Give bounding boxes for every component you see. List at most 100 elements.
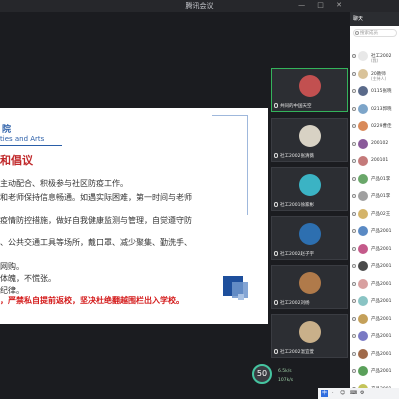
member-row[interactable]: 0115张晓 (352, 85, 399, 99)
member-name: 0213郭晓 (371, 106, 392, 112)
member-name: 0229曹佳 (371, 124, 392, 129)
member-status-icon (352, 211, 356, 216)
member-avatar (358, 243, 368, 254)
chat-title: 聊天 (353, 16, 364, 22)
member-row[interactable]: 产品2001 (352, 348, 399, 362)
network-quality-indicator[interactable]: 50 (252, 364, 272, 384)
member-status-icon (352, 159, 356, 163)
member-name: 产品2001 (371, 369, 392, 374)
member-row[interactable]: 社工2002 (我) (352, 50, 399, 64)
member-avatar (358, 278, 368, 289)
member-avatar (358, 121, 368, 131)
member-avatar (358, 68, 368, 79)
member-name: 产品2001 (371, 264, 392, 269)
title-bar: 腾讯会议 — □ ✕ (0, 0, 399, 12)
upload-speed: 6.5k/s (278, 369, 292, 374)
mic-icon (274, 300, 278, 305)
video-tile[interactable]: 社工2002温宜萱 (271, 314, 348, 358)
member-row[interactable]: 200101 (352, 155, 399, 169)
ime-badge[interactable]: 中 (321, 390, 328, 397)
ime-punctuation-icon[interactable]: · (332, 390, 334, 396)
member-row[interactable]: 产品2001 (352, 243, 399, 257)
member-row[interactable]: 产品2001 (352, 365, 399, 379)
member-row[interactable]: 产品2001 (352, 330, 399, 344)
presentation-slide: 院 ties and Arts 和倡议 主动配合、积极参与社区防疫工作。 和老师… (0, 108, 268, 324)
member-avatar (358, 348, 368, 359)
member-name: 产品2001 (371, 281, 392, 287)
member-status-icon (352, 351, 356, 356)
member-row[interactable]: 产品01李 (352, 190, 399, 204)
member-avatar (358, 366, 368, 376)
institute-name: 院 (2, 125, 12, 135)
member-avatar (358, 51, 368, 61)
member-avatar (358, 208, 368, 219)
avatar (299, 321, 321, 343)
member-role: (主持人) (371, 75, 387, 81)
member-row[interactable]: 产品02王 (352, 208, 399, 222)
slide-text-line: 网购。 (0, 262, 24, 271)
mic-icon (274, 103, 278, 108)
participant-name: 社工2002赵子宇 (274, 251, 314, 257)
member-avatar (358, 191, 368, 201)
member-row[interactable]: 产品2001 (352, 260, 399, 274)
mic-icon (274, 202, 278, 207)
member-status-icon (352, 124, 356, 128)
window-controls[interactable]: — □ ✕ (298, 1, 347, 9)
member-status-icon (352, 264, 356, 268)
video-tile[interactable]: 社工2002刘杨 (271, 265, 348, 309)
member-name: 产品2001 (371, 351, 392, 357)
member-status-icon (352, 299, 356, 303)
member-row[interactable]: 产品2001 (352, 225, 399, 239)
video-tile[interactable]: 社工2002赵子宇 (271, 216, 348, 260)
member-row[interactable]: 200102 (352, 138, 399, 152)
mic-icon (274, 153, 278, 158)
ime-settings-icon[interactable]: ⚙ (360, 390, 364, 396)
ime-toolbar: 中 · ☺ ⌨ ⚙ (318, 388, 399, 399)
member-row[interactable]: 产品01李 (352, 173, 399, 187)
member-row[interactable]: 产品2001 (352, 313, 399, 327)
member-name: 产品2001 (371, 299, 392, 304)
mic-icon (274, 251, 278, 256)
download-speed: 107k/s (278, 378, 294, 383)
avatar (299, 125, 321, 147)
member-name: 200101 (371, 158, 389, 163)
member-avatar (358, 296, 368, 306)
participant-name: 社工2002温宜萱 (274, 349, 314, 355)
mic-icon (274, 349, 278, 354)
member-row[interactable]: 0229曹佳 (352, 120, 399, 134)
slide-warning-line: ，严禁私自提前返校，坚决杜绝翻越围栏出入学校。 (0, 296, 184, 305)
member-row[interactable]: 产品2001 (352, 295, 399, 309)
member-search-input[interactable]: 搜索成员 (353, 29, 397, 37)
slide-heading: 和倡议 (0, 154, 33, 167)
member-status-icon (352, 316, 356, 321)
participant-name: 共同的中国天空 (274, 103, 312, 109)
member-status-icon (352, 229, 356, 233)
slide-text-line: 体魄，不慌张。 (0, 274, 56, 283)
member-avatar (358, 226, 368, 236)
search-icon (355, 31, 359, 35)
member-status-icon (352, 246, 356, 251)
member-status-icon (352, 281, 356, 286)
title-underline (0, 145, 62, 146)
member-status-icon (352, 54, 356, 58)
ime-emoji-icon[interactable]: ☺ (340, 390, 345, 396)
member-avatar (358, 156, 368, 166)
member-row[interactable]: 20教师 (主持人) (352, 68, 399, 82)
participant-name: 社工2002张清薇 (274, 153, 314, 159)
ime-keyboard-icon[interactable]: ⌨ (350, 390, 357, 396)
chat-header: 聊天 (350, 12, 399, 26)
video-tile[interactable]: 社工2001徐家彬 (271, 167, 348, 211)
member-status-icon (352, 141, 356, 146)
participant-name: 社工2001徐家彬 (274, 202, 314, 208)
member-name: 0115张晓 (371, 89, 392, 94)
member-status-icon (352, 89, 356, 93)
avatar (299, 272, 321, 294)
member-row[interactable]: 产品2001 (352, 278, 399, 292)
member-row[interactable]: 0213郭晓 (352, 103, 399, 117)
video-tile[interactable]: 社工2002张清薇 (271, 118, 348, 162)
video-tile[interactable]: 共同的中国天空 (271, 68, 348, 112)
slide-decoration (238, 294, 244, 300)
member-name: 产品2001 (371, 334, 392, 339)
member-name: 200102 (371, 140, 389, 146)
participant-name: 社工2002刘杨 (274, 300, 309, 306)
